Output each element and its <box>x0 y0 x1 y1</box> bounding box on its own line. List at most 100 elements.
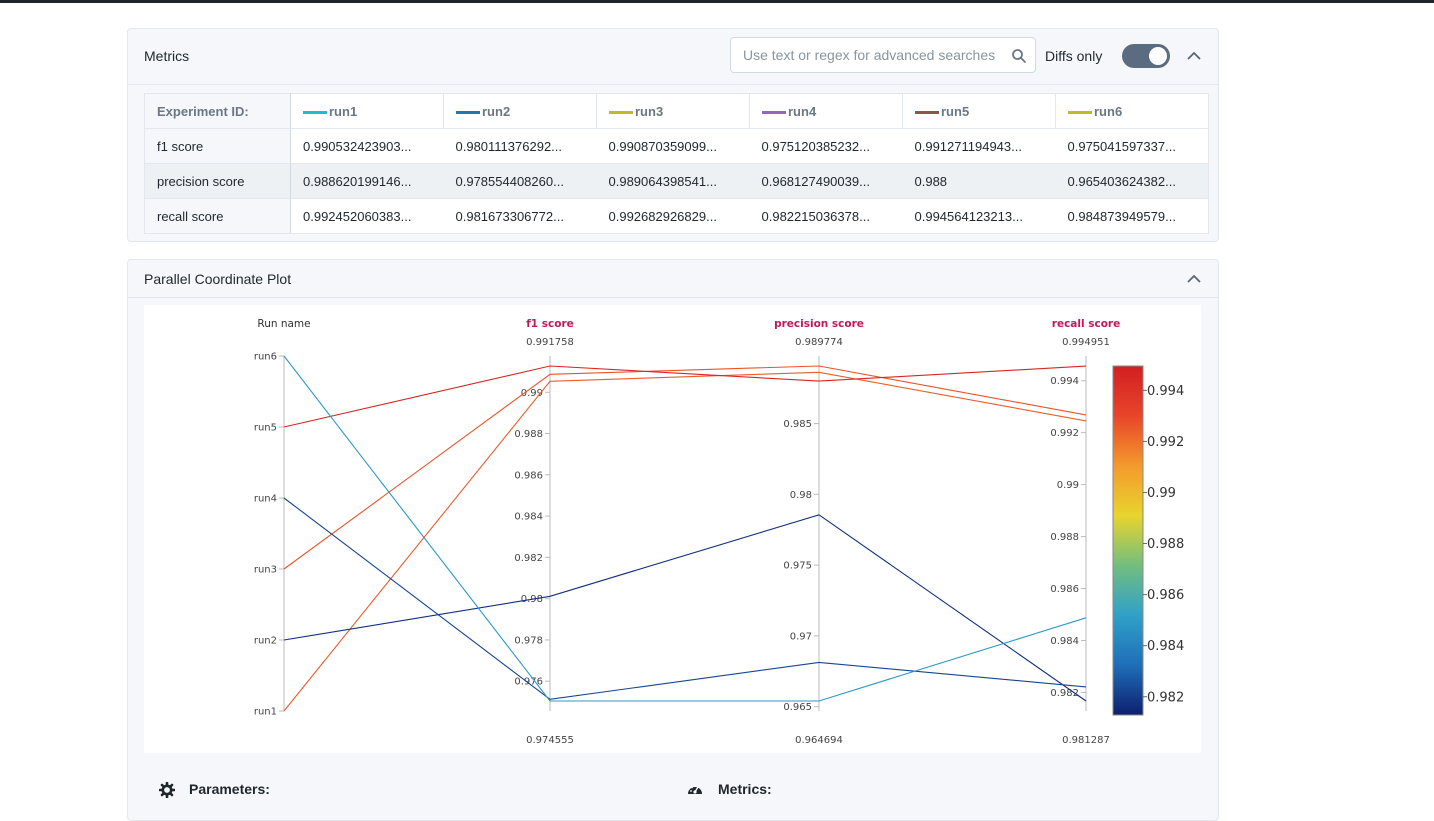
pcp-data-line-run2 <box>283 514 1087 702</box>
metric-value: 0.975120385232... <box>749 128 903 164</box>
run-color-swatch <box>303 110 327 114</box>
pcp-data-line-run6 <box>283 355 1087 702</box>
metric-name: recall score <box>144 198 291 234</box>
search-box[interactable] <box>730 37 1036 73</box>
pcp-tick-label: 0.994 <box>1050 376 1079 387</box>
experiment-id-header: Experiment ID: <box>144 93 291 129</box>
pcp-data-line-run4 <box>283 497 1087 700</box>
run-color-swatch <box>456 110 480 114</box>
colorbar-tick-label: 0.982 <box>1147 690 1184 705</box>
run-name: run1 <box>329 103 358 119</box>
run-column-header[interactable]: run2 <box>443 93 597 129</box>
metric-value: 0.988620199146... <box>290 163 444 199</box>
table-row: recall score 0.992452060383... 0.9816733… <box>144 198 1209 234</box>
chevron-up-icon[interactable] <box>1185 47 1203 65</box>
run-color-swatch <box>915 110 939 114</box>
metrics-compare-table: Experiment ID: run1 run2 run3 run4 run5 … <box>144 93 1209 234</box>
table-row: precision score 0.988620199146... 0.9785… <box>144 163 1209 199</box>
chevron-up-icon[interactable] <box>1185 270 1203 288</box>
pcp-tick-label: 0.99 <box>1057 480 1079 491</box>
colorbar-tick-label: 0.992 <box>1147 435 1184 450</box>
diffs-only-label: Diffs only <box>1045 48 1103 64</box>
pcp-axis-max-label: 0.989774 <box>795 337 843 348</box>
colorbar <box>1112 365 1144 716</box>
run-name: run4 <box>788 103 817 119</box>
parallel-coordinate-plot[interactable]: Run name run1 run2 run3 run4 run5 run6 f1 score… <box>144 305 1201 753</box>
run-name: run3 <box>635 103 664 119</box>
colorbar-tick-label: 0.984 <box>1147 639 1184 654</box>
top-bar <box>0 0 1434 3</box>
pcp-tick-label: 0.986 <box>1050 584 1079 595</box>
pcp-tick-label: 0.986 <box>514 470 543 481</box>
dashboard-gauge-icon <box>688 785 702 794</box>
pcp-tick-label: 0.98 <box>790 490 812 501</box>
pcp-axis-min-label: 0.981287 <box>1062 735 1110 746</box>
pcp-tick-label: 0.992 <box>1050 428 1079 439</box>
run-color-swatch <box>1068 110 1092 114</box>
colorbar-tick-label: 0.994 <box>1147 384 1184 399</box>
run-name: run2 <box>482 103 511 119</box>
metrics-section: Metrics Diffs only Experiment ID: run1 r… <box>127 28 1219 242</box>
pcp-axis-title: precision score <box>774 318 864 330</box>
table-row: f1 score 0.990532423903... 0.98011137629… <box>144 128 1209 164</box>
metric-value: 0.992682926829... <box>596 198 750 234</box>
parameters-label: Parameters: <box>189 781 270 797</box>
parallel-coordinate-section: Parallel Coordinate Plot Run name run1 run… <box>127 259 1219 821</box>
pcp-tick-label: run6 <box>254 352 277 363</box>
colorbar-tick-label: 0.988 <box>1147 537 1184 552</box>
pcp-tick-label: 0.975 <box>783 561 812 572</box>
table-header-row: Experiment ID: run1 run2 run3 run4 run5 … <box>144 93 1209 129</box>
metric-value: 0.992452060383... <box>290 198 444 234</box>
run-column-header[interactable]: run4 <box>749 93 903 129</box>
pcp-tick-label: run1 <box>254 707 277 718</box>
pcp-tick-label: run4 <box>254 494 277 505</box>
pcp-data-line-run1 <box>283 371 1087 712</box>
pcp-tick-label: 0.984 <box>1050 636 1079 647</box>
run-name: run5 <box>941 103 970 119</box>
metrics-header: Metrics Diffs only <box>128 29 1218 85</box>
search-icon[interactable] <box>1011 48 1027 64</box>
pcp-tick-label: 0.988 <box>1050 532 1079 543</box>
metric-value: 0.978554408260... <box>443 163 597 199</box>
metric-name: f1 score <box>144 128 291 164</box>
pcp-axis-title: recall score <box>1052 318 1120 330</box>
metric-value: 0.990870359099... <box>596 128 750 164</box>
pcp-data-line-run3 <box>283 365 1087 570</box>
metric-value: 0.965403624382... <box>1055 163 1209 199</box>
colorbar-tick-label: 0.99 <box>1147 486 1176 501</box>
gear-icon <box>159 782 175 798</box>
run-column-header[interactable]: run1 <box>290 93 444 129</box>
pcp-tick-label: 0.982 <box>514 553 543 564</box>
diffs-only-toggle[interactable] <box>1122 44 1170 68</box>
metric-value: 0.989064398541... <box>596 163 750 199</box>
run-color-swatch <box>609 110 633 114</box>
pcp-tick-label: 0.988 <box>514 429 543 440</box>
pcp-svg: Run name run1 run2 run3 run4 run5 run6 f1 score… <box>254 318 1184 746</box>
pcp-tick-label: 0.984 <box>514 512 543 523</box>
pcp-title: Parallel Coordinate Plot <box>144 271 292 287</box>
pcp-data-line-run5 <box>283 365 1087 428</box>
run-column-header[interactable]: run5 <box>902 93 1056 129</box>
metric-value: 0.968127490039... <box>749 163 903 199</box>
pcp-axis-min-label: 0.964694 <box>795 735 843 746</box>
search-input[interactable] <box>743 46 1003 64</box>
pcp-axis-title: f1 score <box>526 318 574 330</box>
pcp-axis-min-label: 0.974555 <box>526 735 574 746</box>
metric-value: 0.984873949579... <box>1055 198 1209 234</box>
pcp-tick-label: run2 <box>254 636 277 647</box>
pcp-axis-max-label: 0.994951 <box>1062 337 1110 348</box>
metric-value: 0.991271194943... <box>902 128 1056 164</box>
pcp-tick-label: 0.985 <box>783 419 812 430</box>
run-column-header[interactable]: run6 <box>1055 93 1209 129</box>
pcp-header: Parallel Coordinate Plot <box>128 260 1218 298</box>
metric-value: 0.975041597337... <box>1055 128 1209 164</box>
pcp-tick-label: 0.978 <box>514 635 543 646</box>
pcp-tick-label: 0.97 <box>790 631 812 642</box>
metric-name: precision score <box>144 163 291 199</box>
pcp-axis-title: Run name <box>257 318 310 330</box>
run-column-header[interactable]: run3 <box>596 93 750 129</box>
pcp-axis-max-label: 0.991758 <box>526 337 574 348</box>
toggle-knob <box>1149 47 1167 65</box>
run-color-swatch <box>762 110 786 114</box>
metrics-label: Metrics: <box>718 781 772 797</box>
